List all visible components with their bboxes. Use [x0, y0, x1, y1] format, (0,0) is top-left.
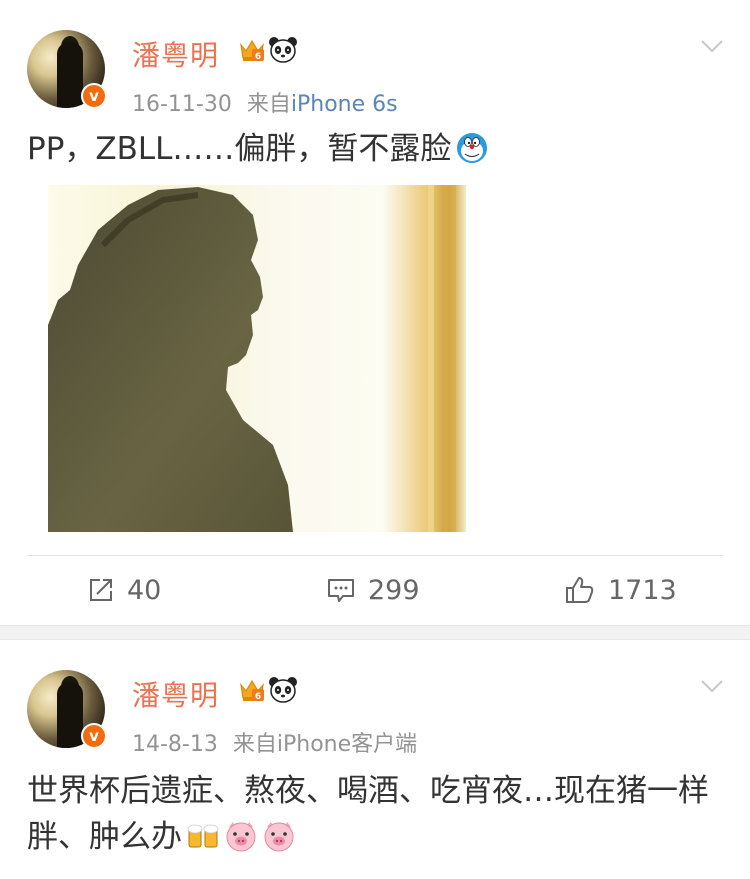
feed-separator: [0, 625, 750, 640]
crown-member-icon[interactable]: 6: [238, 36, 266, 64]
pig-emoji: [226, 822, 256, 852]
comment-count: 299: [368, 574, 420, 606]
like-icon: [566, 577, 594, 603]
post-text-content: 世界杯后遗症、熬夜、喝酒、吃宵夜…现在猪一样胖、肿么办: [27, 773, 709, 855]
repost-count: 40: [127, 574, 162, 606]
post-divider: [27, 555, 723, 556]
chevron-down-icon[interactable]: [700, 678, 724, 694]
post-meta: 16-11-30 来自iPhone 6s: [132, 86, 398, 118]
verified-badge: v: [81, 83, 107, 109]
panda-icon: [269, 677, 297, 703]
comment-icon: [328, 579, 354, 602]
repost-button[interactable]: 40: [87, 570, 161, 610]
post-timestamp: 16-11-30: [132, 92, 232, 117]
silhouette-photo-image: [48, 185, 456, 532]
post-text: PP，ZBLL……偏胖，暂不露脸: [27, 126, 720, 172]
post-source-link[interactable]: iPhone 6s: [291, 92, 398, 117]
doraemon-emoji: [457, 133, 488, 163]
feed-post: v 潘粤明 6 14-8-13 来自iPhone客户端 世界杯后遗症、熬夜、喝酒…: [0, 640, 750, 879]
post-photo[interactable]: [48, 185, 466, 532]
post-text-content: PP，ZBLL……偏胖，暂不露脸: [27, 131, 452, 167]
post-meta: 14-8-13 来自iPhone客户端: [132, 726, 417, 758]
panda-icon: [269, 37, 297, 63]
svg-text:6: 6: [255, 692, 261, 702]
author-name[interactable]: 潘粤明: [132, 34, 219, 74]
crown-member-icon[interactable]: 6: [238, 676, 266, 704]
chevron-down-icon[interactable]: [700, 38, 724, 54]
comment-button[interactable]: 299: [326, 570, 420, 610]
post-text: 世界杯后遗症、熬夜、喝酒、吃宵夜…现在猪一样胖、肿么办: [27, 768, 720, 860]
verified-badge: v: [81, 723, 107, 749]
repost-icon: [90, 579, 112, 601]
source-prefix: 来自: [246, 92, 291, 117]
svg-text:6: 6: [255, 52, 261, 62]
source-prefix: 来自: [232, 732, 277, 757]
post-timestamp: 14-8-13: [132, 732, 218, 757]
pig-emoji: [264, 822, 294, 852]
like-button[interactable]: 1713: [564, 570, 677, 610]
beer-emoji: [187, 824, 219, 848]
like-count: 1713: [608, 574, 677, 606]
author-name[interactable]: 潘粤明: [132, 674, 219, 714]
post-source-link[interactable]: iPhone客户端: [277, 732, 417, 757]
feed-post: v 潘粤明 6 16-11-30 来自iPhone 6s PP，ZBLL……偏胖…: [0, 0, 750, 625]
